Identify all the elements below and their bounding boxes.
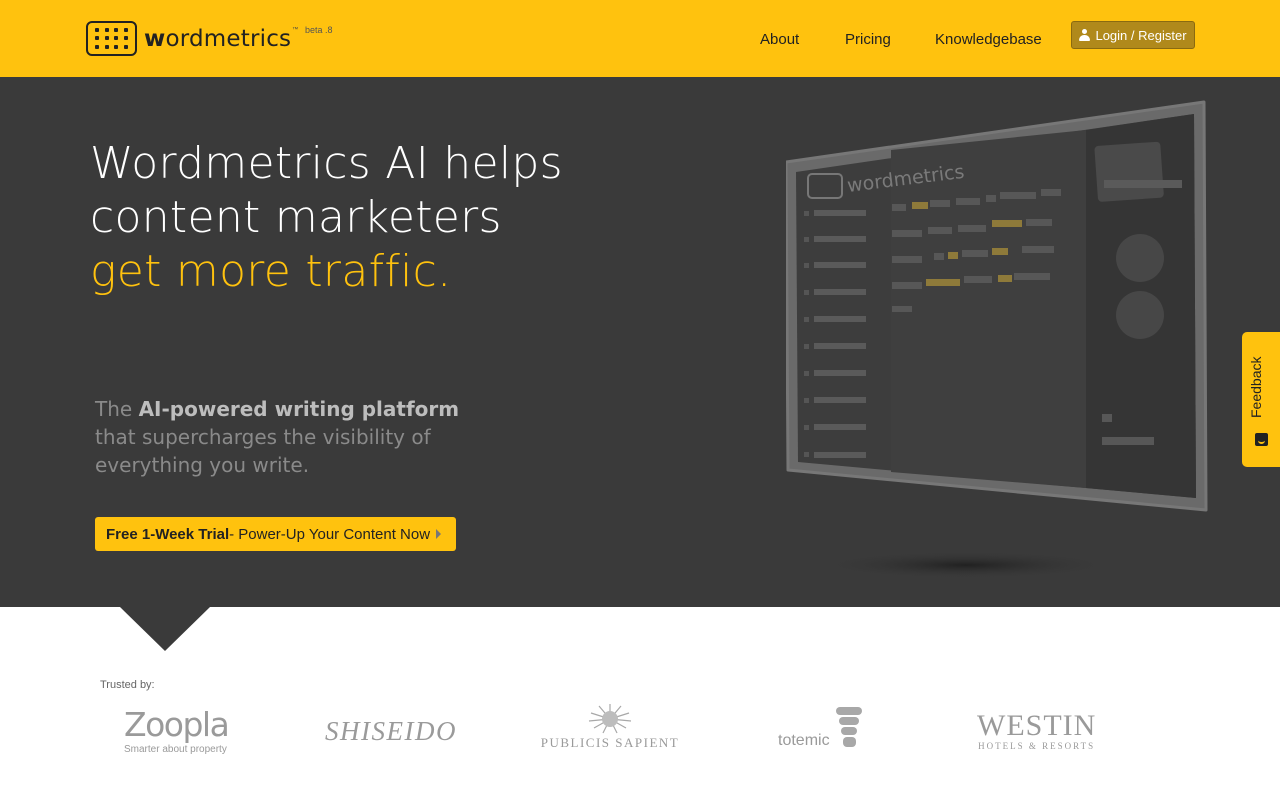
nav-pricing[interactable]: Pricing	[845, 31, 891, 48]
totemic-mark-icon	[835, 707, 862, 747]
section-pointer-arrow	[120, 607, 210, 651]
app-screenshot-mockup: wordmetrics	[786, 100, 1208, 579]
client-logo-shiseido: SHISEIDO	[325, 716, 457, 746]
headline-line-2: content marketers	[90, 192, 502, 243]
sun-emblem-icon	[588, 704, 632, 734]
trademark-symbol: ™	[292, 27, 299, 33]
client-logo-totemic: totemic	[778, 706, 866, 750]
login-register-button[interactable]: Login / Register	[1071, 21, 1195, 49]
cta-bold-text: Free 1-Week Trial	[106, 525, 230, 543]
nav-about[interactable]: About	[760, 31, 799, 48]
cta-text: - Power-Up Your Content Now	[229, 525, 431, 543]
totemic-name: totemic	[778, 732, 830, 749]
user-icon	[1079, 29, 1091, 41]
zoopla-name: Zoopla	[124, 705, 230, 744]
logo-grid-icon	[86, 21, 137, 56]
smile-icon[interactable]	[1255, 433, 1268, 446]
top-header: wordmetrics ™ beta .8 About Pricing Know…	[0, 0, 1280, 77]
nav-knowledgebase[interactable]: Knowledgebase	[935, 31, 1042, 48]
beta-version-label: beta .8	[305, 25, 333, 35]
client-logo-westin: WESTIN HOTELS & RESORTS	[977, 709, 1097, 752]
trusted-by-label: Trusted by:	[100, 679, 155, 691]
westin-name: WESTIN	[977, 709, 1097, 742]
free-trial-button[interactable]: Free 1-Week Trial - Power-Up Your Conten…	[95, 517, 456, 551]
headline-accent: get more traffic.	[90, 246, 452, 297]
zoopla-tagline: Smarter about property	[124, 744, 227, 755]
hero-headline: Wordmetrics AI helps content marketers g…	[90, 137, 563, 299]
headline-line-1: Wordmetrics AI helps	[90, 138, 563, 189]
wordmetrics-logo[interactable]: wordmetrics ™	[86, 21, 298, 56]
client-logo-publicis-sapient: PUBLICIS SAPIENT	[538, 703, 682, 751]
logo-wordmark: wordmetrics	[144, 25, 292, 52]
login-register-label: Login / Register	[1095, 27, 1187, 43]
hero-subtitle: The AI-powered writing platform that sup…	[95, 397, 460, 477]
feedback-label[interactable]: Feedback	[1248, 352, 1274, 422]
publicis-name: PUBLICIS SAPIENT	[540, 735, 680, 750]
westin-tagline: HOTELS & RESORTS	[978, 741, 1096, 751]
client-logo-zoopla: Zoopla Smarter about property	[124, 705, 230, 756]
arrow-right-icon	[436, 529, 442, 539]
